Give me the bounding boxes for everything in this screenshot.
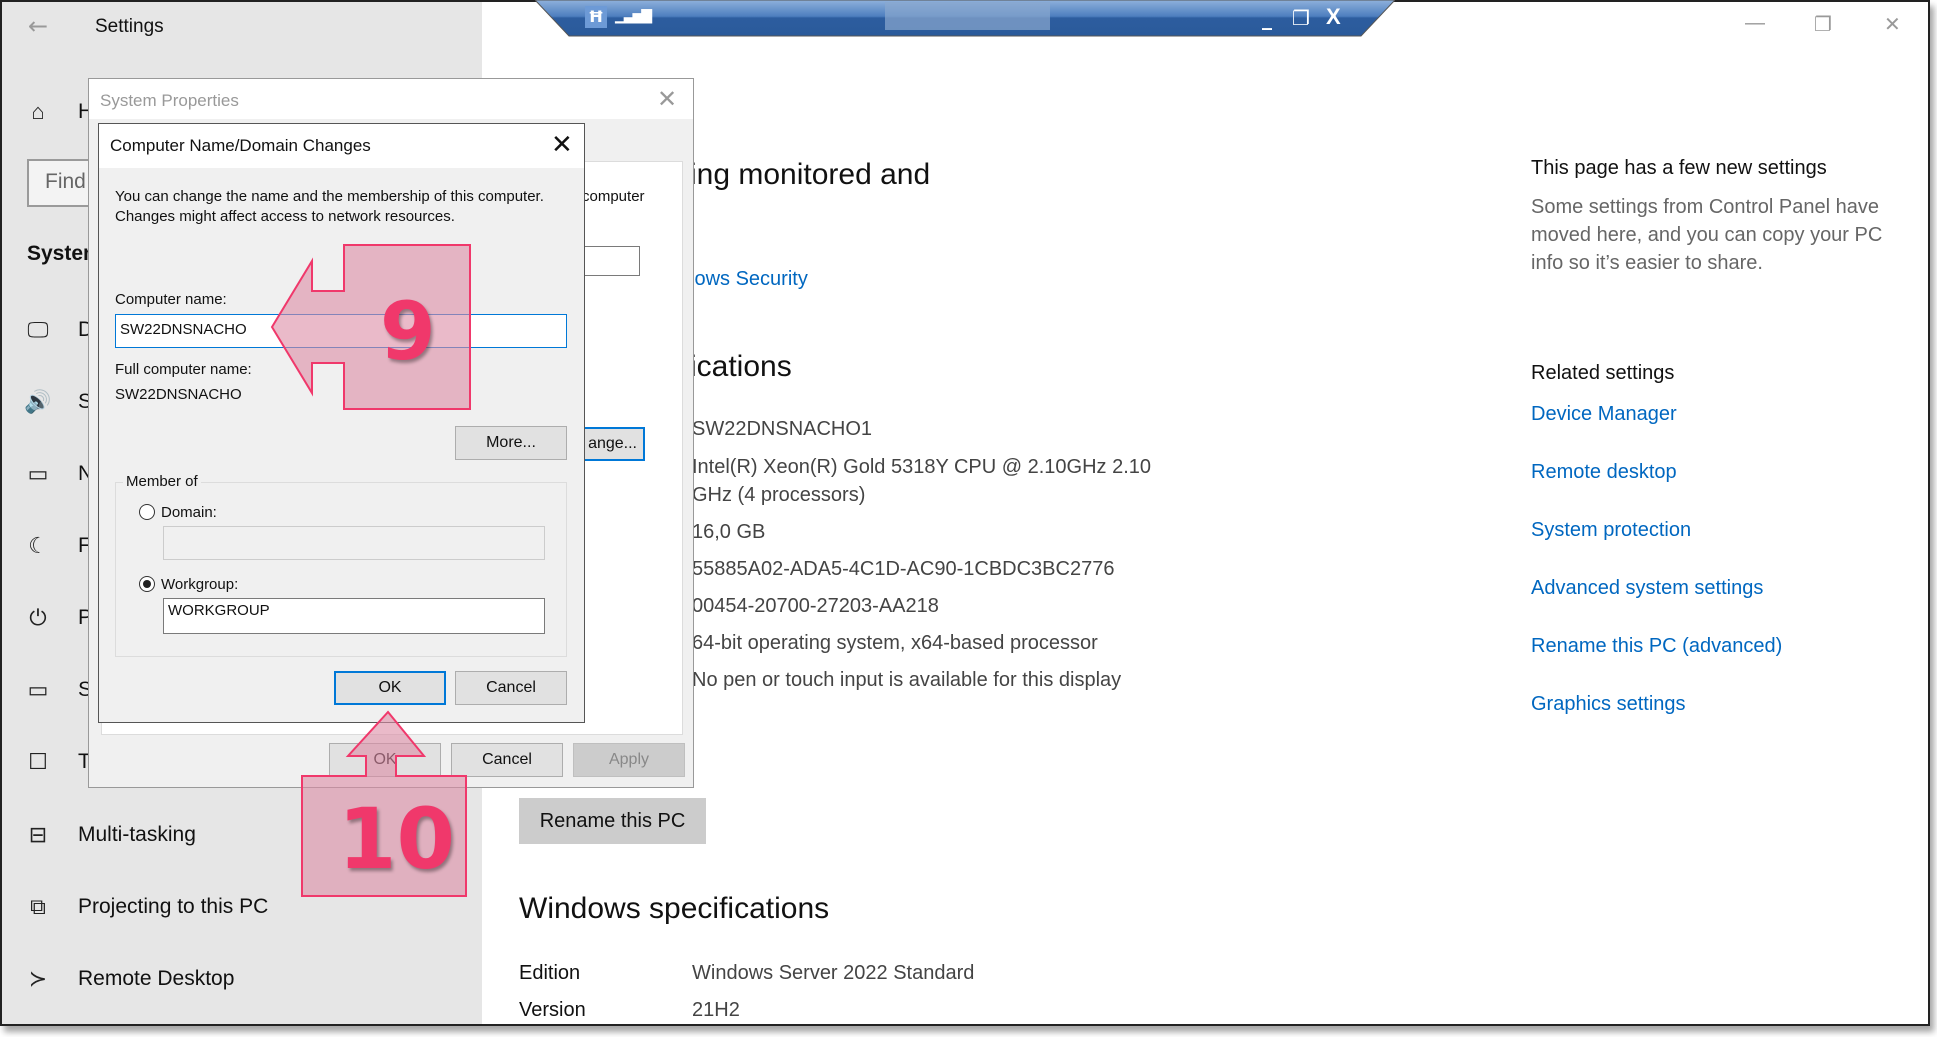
domain-label: Domain: [161,504,217,521]
display-icon: 🖵 [27,317,49,342]
workgroup-input[interactable]: WORKGROUP [163,598,545,634]
computer-name-dialog: Computer Name/Domain Changes ✕ You can c… [98,123,585,723]
tablet-icon: ☐ [28,749,48,774]
multitasking-icon: ⊟ [28,822,48,847]
related-link[interactable]: Advanced system settings [1531,577,1763,600]
power-icon: ⏻ [29,605,47,630]
full-computer-name-value: SW22DNSNACHO [115,386,242,403]
sidebar-item[interactable]: ▭St [24,670,98,710]
back-arrow-icon[interactable]: ← [28,12,48,40]
sidebar-item[interactable]: 🖵Di [24,310,97,350]
sidebar-item-label: Multi-tasking [78,823,196,846]
new-settings-description: Some settings from Control Panel have mo… [1531,196,1883,274]
sound-icon: 🔊 [24,389,52,414]
computer-name-dialog-title: Computer Name/Domain Changes [110,136,371,155]
domain-input[interactable] [163,526,545,560]
step-9-label: 9 [380,285,436,378]
workgroup-radio[interactable] [139,576,155,592]
windows-spec-label: Version [519,999,586,1021]
step-10-label: 10 [338,790,455,888]
sidebar-item[interactable]: ≻ Remote Desktop [24,959,235,999]
windows-spec-value: 21H2 [692,999,740,1021]
full-computer-name-label: Full computer name: [115,361,252,378]
device-spec-value: SW22DNSNACHO1 [692,418,873,440]
dialog-description: You can change the name and the membersh… [115,188,544,225]
new-settings-title: This page has a few new settings [1531,157,1827,179]
related-link[interactable]: Graphics settings [1531,693,1686,716]
sidebar-item-label: Remote Desktop [78,967,235,990]
rd-minimize-button[interactable]: _ [1262,6,1272,30]
related-link[interactable]: Remote desktop [1531,461,1677,484]
windows-spec-value: Windows Server 2022 Standard [692,962,975,984]
sidebar-item-label: Projecting to this PC [78,895,269,918]
close-icon[interactable]: ✕ [657,85,677,113]
rename-pc-button[interactable]: Rename this PC [519,798,706,844]
home-icon: ⌂ [31,99,45,124]
domain-radio[interactable] [139,504,155,520]
related-link[interactable]: Device Manager [1531,403,1677,426]
cancel-button[interactable]: Cancel [455,671,567,705]
device-spec-value: 16,0 GB [692,521,766,543]
minimize-button[interactable]: — [1745,12,1765,35]
sidebar-item[interactable]: ⊟ Multi-tasking [24,815,196,855]
device-spec-value: Intel(R) Xeon(R) Gold 5318Y CPU @ 2.10GH… [692,456,1152,478]
sidebar-item-home[interactable]: ⌂ H [24,92,93,132]
device-specs-heading: ications [690,350,792,383]
storage-icon: ▭ [27,677,49,702]
device-spec-value: No pen or touch input is available for t… [692,669,1122,691]
computer-name-label: Computer name: [115,291,227,308]
member-of-label: Member of [123,473,201,490]
step-9-arrow-annotation [270,244,471,410]
windows-security-link[interactable]: lows Security [690,268,808,291]
notifications-icon: ▭ [27,461,49,486]
rd-restore-button[interactable]: ❐ [1292,6,1310,30]
partial-text: computer [582,188,645,205]
device-spec-value: 00454-20700-27203-AA218 [692,595,939,617]
sysprops-apply-button: Apply [573,743,685,777]
device-spec-value: GHz (4 processors) [692,484,866,506]
focus-assist-icon: ☾ [28,533,48,558]
maximize-button[interactable]: ❐ [1814,12,1832,37]
remote-desktop-icon: ≻ [28,966,48,991]
device-spec-value: 55885A02-ADA5-4C1D-AC90-1CBDC3BC2776 [692,558,1115,580]
ok-button[interactable]: OK [334,671,446,705]
device-spec-value: 64-bit operating system, x64-based proce… [692,632,1098,654]
pin-icon[interactable]: Ħ [585,6,607,28]
projecting-icon: ⧉ [30,894,46,919]
connection-signal-icon: ▁▃▅▇ [615,8,652,24]
monitored-heading: ing monitored and [690,158,931,191]
system-properties-title: System Properties [100,91,239,110]
more-button[interactable]: More... [455,426,567,460]
windows-spec-label: Edition [519,962,581,984]
related-link[interactable]: System protection [1531,519,1691,542]
sidebar-item[interactable]: ▭ N [24,454,94,494]
sidebar-item[interactable]: ⧉ Projecting to this PC [24,887,268,927]
close-button[interactable]: ✕ [1884,12,1901,37]
workgroup-label: Workgroup: [161,576,239,593]
rd-close-button[interactable]: X [1326,4,1341,30]
close-icon[interactable]: ✕ [551,130,573,160]
related-link[interactable]: Rename this PC (advanced) [1531,635,1782,658]
windows-specs-heading: Windows specifications [519,892,830,925]
related-settings-title: Related settings [1531,362,1675,384]
app-title: Settings [95,16,164,37]
